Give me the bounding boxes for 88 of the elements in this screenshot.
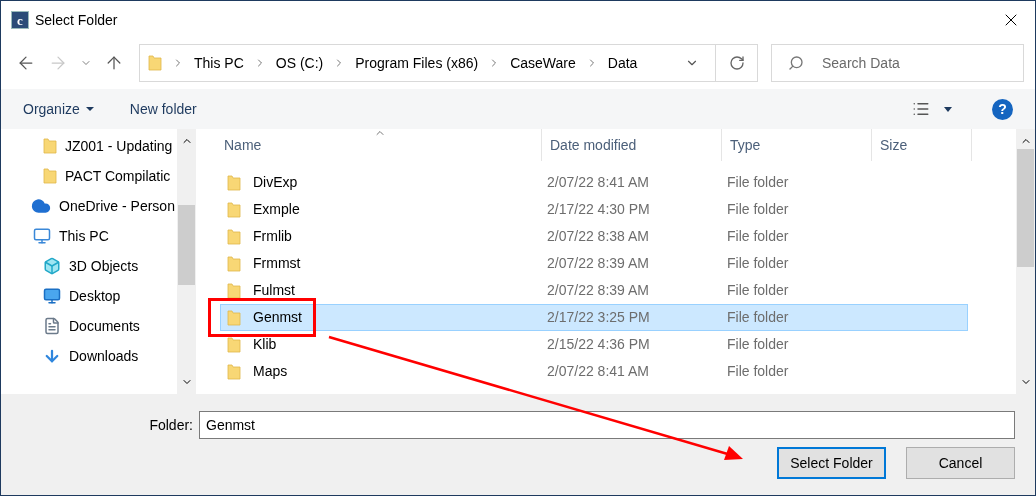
table-cell-text: File folder <box>727 362 790 381</box>
table-cell-text: File folder <box>727 254 790 273</box>
organize-menu-button[interactable]: Organize <box>23 98 94 120</box>
table-cell-text: Exmple <box>253 200 300 219</box>
table-cell-text: 2/07/22 8:41 AM <box>547 173 650 192</box>
refresh-button[interactable] <box>716 44 758 82</box>
new-folder-button[interactable]: New folder <box>129 98 197 120</box>
column-header[interactable]: Type <box>722 129 872 161</box>
sidebar-item[interactable]: Desktop <box>1 281 177 311</box>
scrollbar[interactable] <box>1016 129 1035 394</box>
folder-icon <box>43 138 57 154</box>
app-icon: c <box>11 11 29 29</box>
table-cell-text: 2/07/22 8:39 AM <box>547 281 650 300</box>
table-cell-text: File folder <box>727 281 790 300</box>
table-cell-text: File folder <box>727 335 790 354</box>
table-cell-text: Fulmst <box>253 281 295 300</box>
table-cell-text: DivExp <box>253 173 298 192</box>
refresh-icon <box>728 55 745 71</box>
sidebar-item[interactable]: 3D Objects <box>1 251 177 281</box>
folder-input-field[interactable]: Genmst <box>199 411 1015 439</box>
file-row[interactable]: Maps 2/07/22 8:41 AM File folder <box>220 358 968 385</box>
table-cell-text: Frmmst <box>253 254 301 273</box>
download-arrow-icon <box>43 347 61 365</box>
file-row[interactable]: Fulmst 2/07/22 8:39 AM File folder <box>220 277 968 304</box>
cancel-button[interactable]: Cancel <box>906 447 1015 479</box>
window-title: Select Folder <box>35 10 118 30</box>
sidebar-item[interactable]: PACT Compilatic <box>1 161 177 191</box>
scrollbar-thumb[interactable] <box>1017 149 1034 267</box>
search-icon <box>788 55 804 71</box>
scrollbar[interactable] <box>177 129 196 394</box>
folder-icon <box>227 201 241 218</box>
table-cell-text: File folder <box>727 227 790 246</box>
cloud-icon <box>31 196 51 216</box>
file-row[interactable]: DivExp 2/07/22 8:41 AM File folder <box>220 169 968 196</box>
sidebar-item[interactable]: JZ001 - Updating <box>1 131 177 161</box>
sidebar-item[interactable]: Downloads <box>1 341 177 371</box>
breadcrumb-item[interactable]: OS (C:) <box>275 52 324 74</box>
sidebar-item[interactable]: OneDrive - Person <box>1 191 177 221</box>
table-cell-text: 2/07/22 8:41 AM <box>547 362 650 381</box>
table-cell-text: 2/15/22 4:36 PM <box>547 335 651 354</box>
dropdown-triangle-icon <box>85 107 94 111</box>
search-field[interactable]: Search Data <box>771 44 1024 82</box>
column-header[interactable]: Name <box>216 129 542 161</box>
document-icon <box>43 317 61 335</box>
folder-icon <box>227 282 241 299</box>
table-cell-text: 2/07/22 8:38 AM <box>547 227 650 246</box>
file-row[interactable]: Frmmst 2/07/22 8:39 AM File folder <box>220 250 968 277</box>
sidebar-item[interactable]: This PC <box>1 221 177 251</box>
table-cell-text: 2/17/22 4:30 PM <box>547 200 651 219</box>
address-bar[interactable]: This PC OS (C:) Program Files (x86) CaseWare Data <box>139 44 716 82</box>
file-row[interactable]: Genmst 2/17/22 3:25 PM File folder <box>220 304 968 331</box>
column-header[interactable]: Size <box>872 129 972 161</box>
folder-icon <box>227 255 241 272</box>
folder-icon <box>227 363 241 380</box>
table-cell-text: File folder <box>727 173 790 192</box>
folder-icon <box>43 168 57 184</box>
monitor-icon <box>43 287 61 305</box>
select-folder-button[interactable]: Select Folder <box>777 447 886 479</box>
folder-icon <box>227 309 241 326</box>
breadcrumb-item[interactable]: Data <box>607 52 638 74</box>
folder-icon <box>227 336 241 353</box>
column-header[interactable]: Date modified <box>542 129 722 161</box>
table-cell-text: Frmlib <box>253 227 292 246</box>
table-cell-text: Maps <box>253 362 288 381</box>
sidebar-item[interactable]: Documents <box>1 311 177 341</box>
table-cell-text: Genmst <box>253 308 302 327</box>
folder-icon <box>148 55 162 71</box>
file-row[interactable]: Exmple 2/17/22 4:30 PM File folder <box>220 196 968 223</box>
table-cell-text: 2/17/22 3:25 PM <box>547 308 651 327</box>
breadcrumb-item[interactable]: CaseWare <box>510 52 576 74</box>
file-row[interactable]: Frmlib 2/07/22 8:38 AM File folder <box>220 223 968 250</box>
view-options-button[interactable] <box>912 100 952 118</box>
file-row[interactable]: Klib 2/15/22 4:36 PM File folder <box>220 331 968 358</box>
cube-icon <box>43 257 61 275</box>
table-cell-text: Klib <box>253 335 277 354</box>
list-view-icon <box>912 100 930 118</box>
folder-icon <box>227 228 241 245</box>
folder-icon <box>227 174 241 191</box>
scrollbar-thumb[interactable] <box>178 205 195 285</box>
help-button[interactable]: ? <box>992 98 1013 120</box>
table-cell-text: File folder <box>727 308 790 327</box>
breadcrumb-item[interactable]: Program Files (x86) <box>355 52 479 74</box>
table-cell-text: 2/07/22 8:39 AM <box>547 254 650 273</box>
computer-icon <box>33 227 51 245</box>
dropdown-triangle-icon <box>944 106 952 112</box>
table-cell-text: File folder <box>727 200 790 219</box>
field-label: Folder: <box>149 415 193 435</box>
breadcrumb-item[interactable]: This PC <box>194 52 244 74</box>
